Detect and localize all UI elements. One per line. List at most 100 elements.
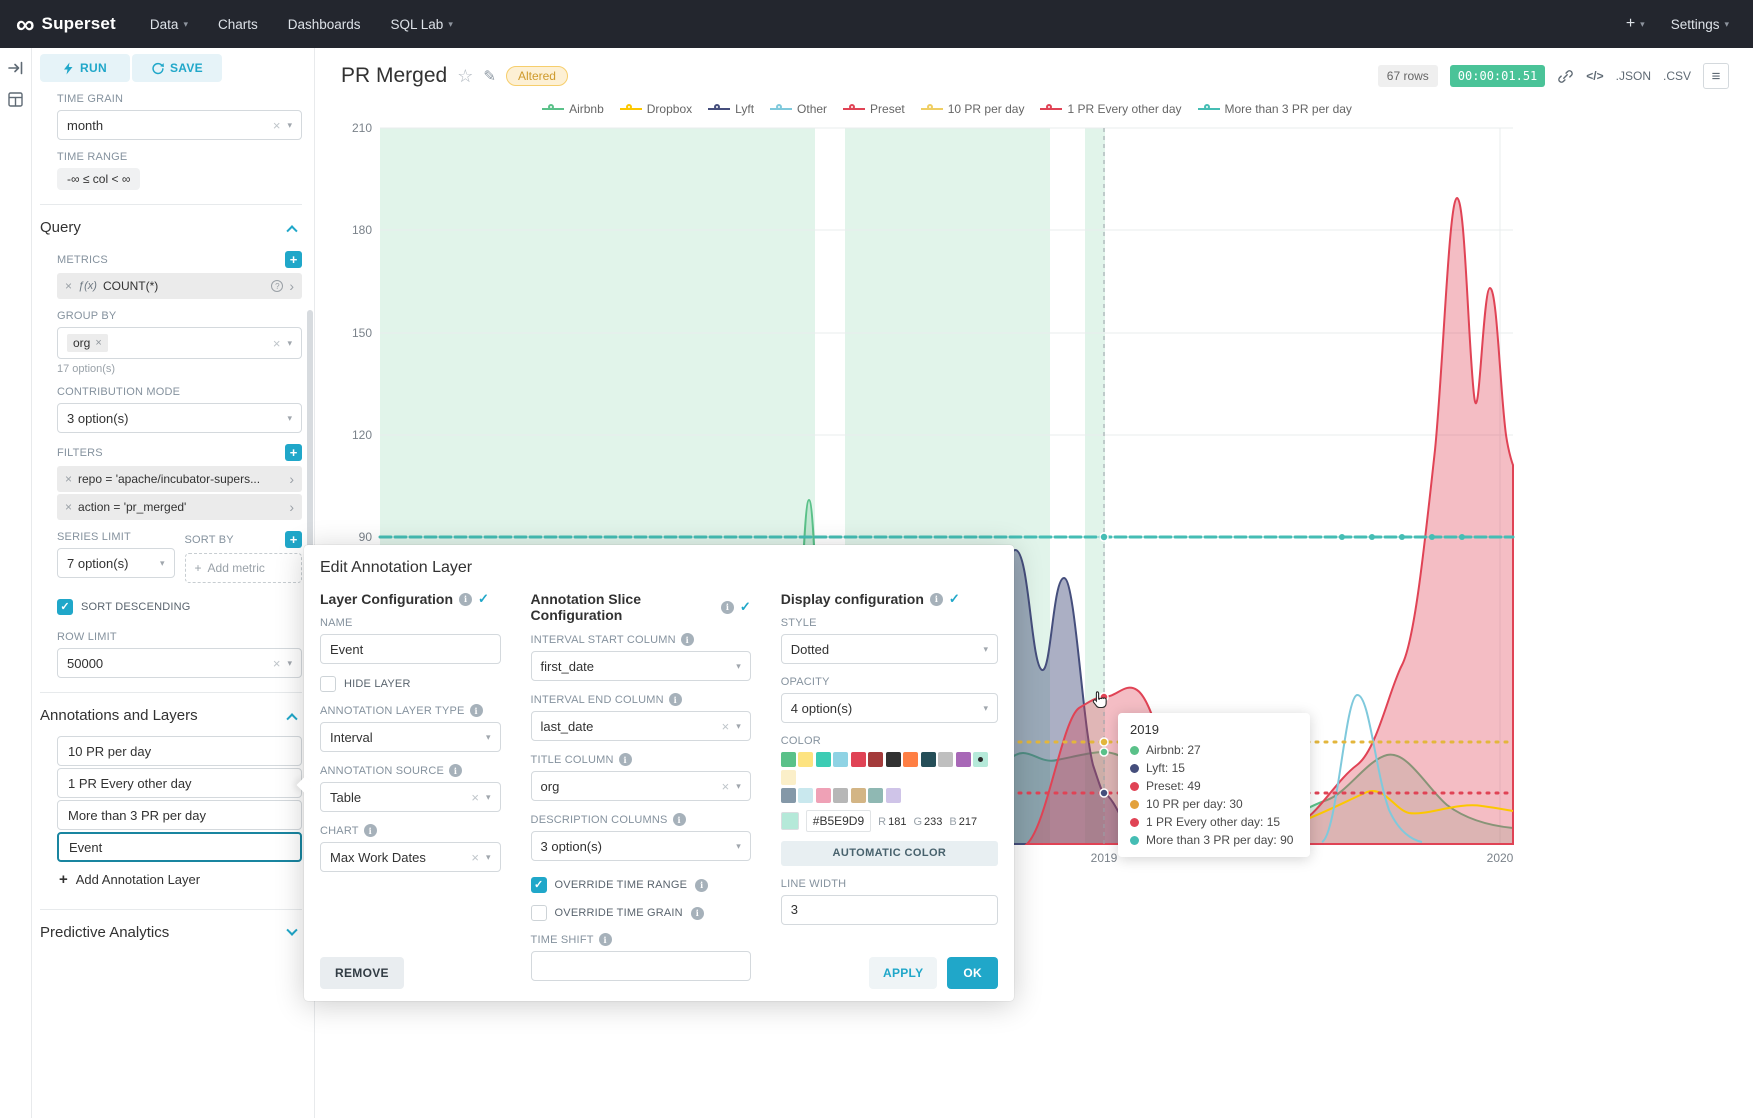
clear-icon[interactable]: × (273, 337, 281, 350)
color-swatch[interactable] (798, 788, 813, 803)
export-csv-button[interactable]: .CSV (1663, 69, 1691, 83)
row-limit-select[interactable]: 50000 × ▾ (57, 648, 302, 678)
annotations-section-header[interactable]: Annotations and Layers (40, 703, 302, 728)
description-columns-select[interactable]: 3 option(s) ▾ (531, 831, 751, 861)
expand-panel-icon[interactable] (8, 60, 24, 76)
nav-charts[interactable]: Charts (218, 17, 258, 32)
line-width-input[interactable] (781, 895, 998, 925)
color-swatch[interactable] (868, 788, 883, 803)
color-swatch[interactable] (868, 752, 883, 767)
query-section-header[interactable]: Query (40, 215, 302, 240)
edit-title-icon[interactable]: ✎ (483, 67, 496, 85)
superset-logo[interactable]: ∞ Superset (16, 11, 116, 37)
info-icon[interactable]: i (459, 593, 472, 606)
color-swatch[interactable] (816, 752, 831, 767)
override-time-grain-checkbox[interactable]: OVERRIDE TIME GRAIN i (531, 905, 751, 921)
automatic-color-button[interactable]: AUTOMATIC COLOR (781, 841, 998, 866)
legend-item[interactable]: Other (770, 102, 827, 116)
info-icon[interactable]: i (695, 879, 708, 892)
remove-icon[interactable]: × (65, 500, 72, 514)
annotation-source-select[interactable]: Table ×▾ (320, 782, 501, 812)
save-button[interactable]: SAVE (132, 54, 222, 82)
color-swatch[interactable] (886, 788, 901, 803)
info-icon[interactable]: i (930, 593, 943, 606)
hide-layer-checkbox[interactable]: HIDE LAYER (320, 676, 501, 692)
info-icon[interactable]: i (681, 633, 694, 646)
embed-code-icon[interactable]: </> (1586, 69, 1603, 83)
nav-dashboards[interactable]: Dashboards (288, 17, 361, 32)
color-swatch[interactable] (851, 752, 866, 767)
nav-settings[interactable]: Settings▾ (1671, 17, 1729, 32)
nav-new-button[interactable]: +▾ (1626, 15, 1645, 33)
red-value[interactable]: 181 (888, 816, 906, 828)
interval-end-select[interactable]: last_date ×▾ (531, 711, 751, 741)
clear-icon[interactable]: × (273, 119, 281, 132)
panel-scrollbar[interactable] (307, 310, 313, 555)
color-swatch[interactable] (798, 752, 813, 767)
clear-icon[interactable]: × (471, 851, 479, 864)
chart-menu-button[interactable]: ≡ (1703, 63, 1729, 89)
color-swatch[interactable] (921, 752, 936, 767)
title-column-select[interactable]: org ×▾ (531, 771, 751, 801)
color-swatch[interactable] (833, 752, 848, 767)
legend-item[interactable]: Dropbox (620, 102, 692, 116)
series-limit-select[interactable]: 7 option(s) ▾ (57, 548, 175, 578)
run-button[interactable]: RUN (40, 54, 130, 82)
export-json-button[interactable]: .JSON (1616, 69, 1651, 83)
style-select[interactable]: Dotted ▾ (781, 634, 998, 664)
color-swatch[interactable] (956, 752, 971, 767)
opacity-select[interactable]: 4 option(s) ▾ (781, 693, 998, 723)
green-value[interactable]: 233 (924, 816, 942, 828)
legend-item[interactable]: More than 3 PR per day (1198, 102, 1352, 116)
legend-item[interactable]: Airbnb (542, 102, 604, 116)
color-swatch[interactable] (781, 788, 796, 803)
add-metric-button[interactable]: + (285, 251, 302, 268)
layer-name-input[interactable] (320, 634, 501, 664)
annotation-layer-item[interactable]: 1 PR Every other day (57, 768, 302, 798)
info-icon[interactable]: i (691, 907, 704, 920)
info-icon[interactable]: i (449, 764, 462, 777)
color-swatch-selected[interactable] (973, 752, 988, 767)
annotation-layer-item-selected[interactable]: Event (57, 832, 302, 862)
color-swatch[interactable] (851, 788, 866, 803)
clear-icon[interactable]: × (273, 657, 281, 670)
color-swatch[interactable] (781, 752, 796, 767)
predictive-analytics-section-header[interactable]: Predictive Analytics (40, 920, 302, 945)
color-swatch[interactable] (816, 788, 831, 803)
metric-pill[interactable]: × ƒ(x) COUNT(*) ? › (57, 273, 302, 299)
annotation-layer-item[interactable]: More than 3 PR per day (57, 800, 302, 830)
color-swatch[interactable] (938, 752, 953, 767)
info-icon[interactable]: i (673, 813, 686, 826)
filter-pill[interactable]: × repo = 'apache/incubator-supers... › (57, 466, 302, 492)
checkbox-unchecked[interactable] (531, 905, 547, 921)
info-icon[interactable]: i (669, 693, 682, 706)
favorite-star-icon[interactable]: ☆ (457, 66, 473, 87)
legend-item[interactable]: 10 PR per day (921, 102, 1025, 116)
ok-button[interactable]: OK (947, 957, 998, 989)
color-swatch[interactable] (781, 770, 796, 785)
legend-item[interactable]: 1 PR Every other day (1040, 102, 1181, 116)
annotation-layer-item[interactable]: 10 PR per day (57, 736, 302, 766)
info-icon[interactable]: i (721, 601, 734, 614)
color-swatch[interactable] (833, 788, 848, 803)
blue-value[interactable]: 217 (959, 816, 977, 828)
clear-icon[interactable]: × (722, 720, 730, 733)
remove-icon[interactable]: × (65, 279, 72, 293)
chart-select[interactable]: Max Work Dates ×▾ (320, 842, 501, 872)
remove-tag-icon[interactable]: × (95, 337, 101, 349)
sort-by-add-metric[interactable]: + Add metric (185, 553, 303, 583)
add-filter-button[interactable]: + (285, 444, 302, 461)
dataset-grid-icon[interactable] (8, 92, 23, 107)
nav-data[interactable]: Data▾ (150, 17, 188, 32)
time-range-value[interactable]: -∞ ≤ col < ∞ (57, 168, 140, 190)
color-swatch[interactable] (903, 752, 918, 767)
nav-sql-lab[interactable]: SQL Lab▾ (391, 17, 453, 32)
checkbox-unchecked[interactable] (320, 676, 336, 692)
clear-icon[interactable]: × (471, 791, 479, 804)
share-link-icon[interactable] (1557, 68, 1574, 85)
info-icon[interactable]: i (619, 753, 632, 766)
filter-pill[interactable]: × action = 'pr_merged' › (57, 494, 302, 520)
color-swatch[interactable] (886, 752, 901, 767)
legend-item[interactable]: Lyft (708, 102, 754, 116)
checkbox-checked[interactable]: ✓ (57, 599, 73, 615)
